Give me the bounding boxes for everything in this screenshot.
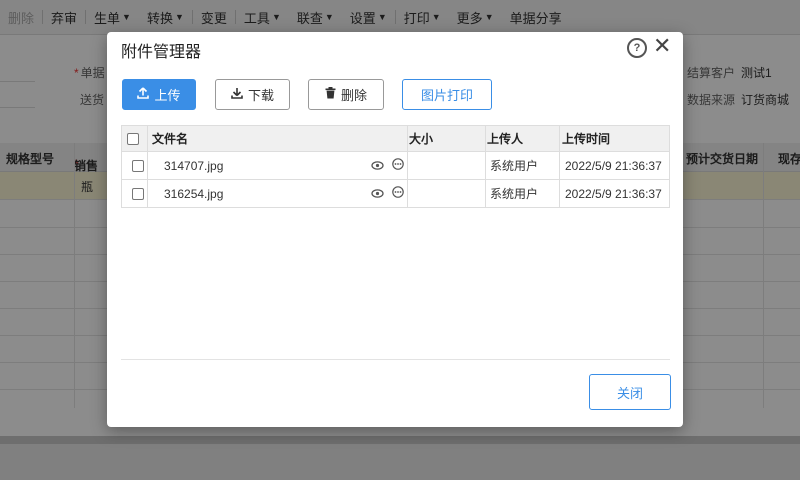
- print-image-button[interactable]: 图片打印: [402, 79, 492, 110]
- attachment-table-header: 文件名 大小 上传人 上传时间: [121, 125, 670, 152]
- column-divider: [407, 180, 408, 207]
- close-button[interactable]: 关闭: [589, 374, 671, 410]
- help-icon[interactable]: ?: [627, 38, 647, 58]
- column-divider: [147, 126, 148, 151]
- upload-icon: [137, 87, 150, 102]
- file-name: 314707.jpg: [164, 158, 224, 173]
- dialog-title: 附件管理器: [121, 44, 202, 61]
- header-file-name: 文件名: [152, 132, 189, 146]
- column-divider: [147, 180, 148, 207]
- upload-button-label: 上传: [154, 88, 181, 103]
- footer-divider: [121, 359, 670, 360]
- column-divider: [559, 180, 560, 207]
- file-upload-time: 2022/5/9 21:36:37: [565, 158, 662, 173]
- download-button-label: 下载: [247, 88, 274, 103]
- attachment-row[interactable]: 316254.jpg 系统用户 2022/5/9 21:36:37: [121, 180, 670, 208]
- row-checkbox[interactable]: [132, 180, 144, 207]
- file-uploader: 系统用户: [490, 187, 539, 201]
- column-divider: [485, 152, 486, 179]
- download-button[interactable]: 下载: [215, 79, 290, 110]
- attachment-manager-dialog: 附件管理器 ? ✕ 上传 下载 删除 图片打印 文件名 大小 上传人 上传时间 …: [107, 32, 683, 427]
- file-name: 316254.jpg: [164, 186, 224, 201]
- print-image-button-label: 图片打印: [420, 88, 473, 103]
- eye-icon[interactable]: [371, 187, 384, 201]
- select-all-checkbox[interactable]: [127, 126, 139, 151]
- more-icon[interactable]: [392, 186, 404, 201]
- header-size: 大小: [409, 132, 434, 146]
- file-upload-time: 2022/5/9 21:36:37: [565, 186, 662, 201]
- file-uploader: 系统用户: [490, 159, 539, 173]
- delete-button[interactable]: 删除: [308, 79, 384, 110]
- column-divider: [485, 180, 486, 207]
- eye-icon[interactable]: [371, 159, 384, 173]
- row-checkbox[interactable]: [132, 152, 144, 179]
- column-divider: [559, 126, 560, 151]
- more-icon[interactable]: [392, 158, 404, 173]
- column-divider: [147, 152, 148, 179]
- checkbox-box: [127, 132, 139, 145]
- checkbox-box: [132, 159, 144, 172]
- column-divider: [485, 126, 486, 151]
- checkbox-box: [132, 187, 144, 200]
- column-divider: [407, 126, 408, 151]
- trash-icon: [325, 87, 336, 102]
- column-divider: [407, 152, 408, 179]
- header-upload-time: 上传时间: [562, 132, 611, 146]
- download-icon: [231, 87, 243, 102]
- file-actions: [363, 180, 404, 207]
- header-uploader: 上传人: [487, 132, 524, 146]
- column-divider: [559, 152, 560, 179]
- close-icon[interactable]: ✕: [653, 34, 671, 58]
- upload-button[interactable]: 上传: [122, 79, 196, 110]
- delete-button-label: 删除: [340, 88, 367, 103]
- attachment-row[interactable]: 314707.jpg 系统用户 2022/5/9 21:36:37: [121, 152, 670, 180]
- file-actions: [363, 152, 404, 179]
